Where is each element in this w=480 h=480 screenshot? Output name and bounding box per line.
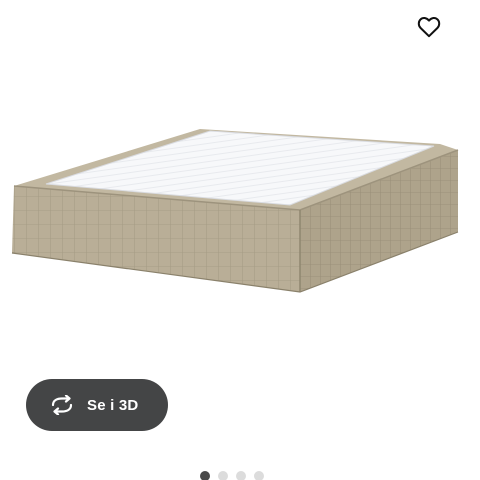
heart-outline-icon [417, 17, 441, 38]
carousel-dot-3[interactable] [236, 471, 246, 480]
mattress-base-image [11, 129, 459, 293]
product-image-viewer: Se i 3D [0, 0, 480, 480]
rotate-arrows-icon [48, 394, 76, 416]
mattress-base-drawing [11, 129, 459, 293]
carousel-dot-4[interactable] [254, 471, 264, 480]
favorite-button[interactable] [410, 10, 448, 44]
view-in-3d-button[interactable]: Se i 3D [26, 379, 168, 431]
carousel-dot-1[interactable] [200, 471, 210, 480]
view-in-3d-label: Se i 3D [87, 396, 139, 414]
carousel-dots [200, 471, 264, 480]
carousel-dot-2[interactable] [218, 471, 228, 480]
